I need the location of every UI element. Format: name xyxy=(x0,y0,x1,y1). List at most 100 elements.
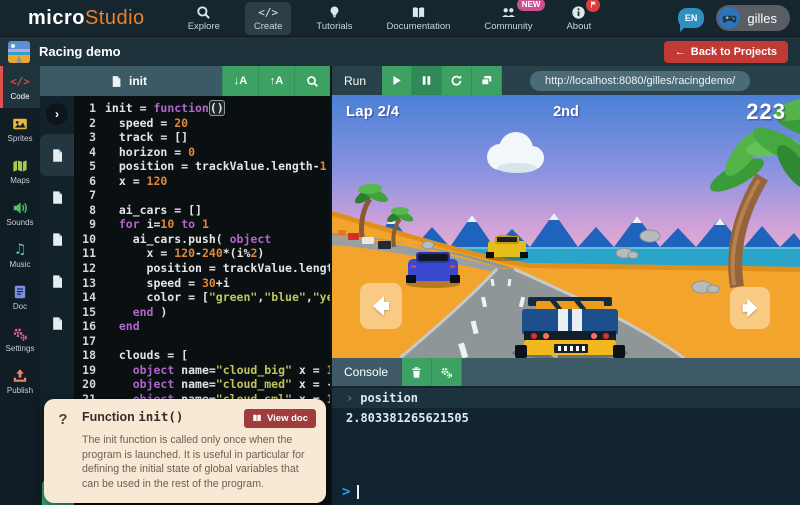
code-line: 16 end xyxy=(74,319,330,334)
run-panel: Run http://localhost:8080/gilles/racingd… xyxy=(330,66,800,505)
file-item[interactable] xyxy=(40,218,74,260)
font-increase-button[interactable]: ↑A xyxy=(258,66,294,96)
user-menu[interactable]: gilles xyxy=(716,5,790,31)
code-icon: </> xyxy=(261,5,276,20)
back-to-projects-button[interactable]: ←Back to Projects xyxy=(664,41,788,63)
language-button[interactable]: EN xyxy=(678,8,705,28)
nav-item-community[interactable]: CommunityNEW xyxy=(475,2,541,35)
main-nav: Explore </>Create Tutorials Documentation Co… xyxy=(179,2,678,35)
map-icon xyxy=(12,158,28,174)
file-icon xyxy=(50,148,65,163)
upload-icon xyxy=(12,368,28,384)
console-result-line: 2.803381265621505 xyxy=(332,408,800,428)
gamepad-avatar xyxy=(718,7,740,29)
console-log: ›position 2.803381265621505 xyxy=(332,386,800,479)
pause-button[interactable] xyxy=(412,66,442,95)
search-icon xyxy=(196,5,211,20)
main-area: </>CodeSpritesMapsSounds♫MusicDocSetting… xyxy=(0,66,800,505)
file-item[interactable] xyxy=(40,134,74,176)
logo-studio: Studio xyxy=(85,7,145,29)
console-header: Console xyxy=(332,358,800,386)
book-icon xyxy=(411,5,426,20)
project-header: Racing demo ←Back to Projects xyxy=(0,36,800,66)
code-line: 1init = function() xyxy=(74,101,330,116)
code-line: 5 position = trackValue.length-1 xyxy=(74,159,330,174)
sidebar-item-sprites[interactable]: Sprites xyxy=(0,108,40,150)
gear-icon xyxy=(12,326,28,342)
nav-item-about[interactable]: About xyxy=(557,2,600,35)
file-icon xyxy=(50,274,65,289)
people-icon xyxy=(501,5,516,20)
code-line: 7 xyxy=(74,188,330,203)
left-sidebar: </>CodeSpritesMapsSounds♫MusicDocSetting… xyxy=(0,66,40,505)
font-decrease-button[interactable]: ↓A xyxy=(222,66,258,96)
nav-item-create[interactable]: </>Create xyxy=(245,2,292,35)
windows-icon xyxy=(480,74,493,87)
editor-tabbar: init ↓A ↑A xyxy=(40,66,330,96)
game-viewport[interactable]: Lap 2/4 2nd 223 xyxy=(332,95,800,358)
clear-console-button[interactable] xyxy=(402,358,432,386)
tooltip-title: Function init() xyxy=(82,409,183,424)
sidebar-item-doc[interactable]: Doc xyxy=(0,276,40,318)
project-thumbnail xyxy=(8,41,30,63)
file-item[interactable] xyxy=(40,302,74,344)
play-icon xyxy=(390,74,403,87)
music-icon: ♫ xyxy=(12,242,28,258)
console-input[interactable]: > xyxy=(332,479,800,505)
sidebar-item-maps[interactable]: Maps xyxy=(0,150,40,192)
tooltip-body: The init function is called only once wh… xyxy=(82,433,316,492)
help-icon: ? xyxy=(44,409,82,492)
info-icon xyxy=(571,5,586,20)
run-label: Run xyxy=(332,74,382,88)
code-line: 6 x = 120 xyxy=(74,174,330,189)
run-toolbar: Run http://localhost:8080/gilles/racingd… xyxy=(332,66,800,95)
nav-item-documentation[interactable]: Documentation xyxy=(378,2,460,35)
code-line: 14 color = ["green","blue","yellow xyxy=(74,290,330,305)
sidebar-item-publish[interactable]: Publish xyxy=(0,360,40,402)
steer-left-button[interactable] xyxy=(360,283,402,329)
file-item[interactable] xyxy=(40,176,74,218)
play-button[interactable] xyxy=(382,66,412,95)
detach-window-button[interactable] xyxy=(472,66,502,95)
file-icon xyxy=(110,75,123,88)
logo[interactable]: microStudio xyxy=(28,7,145,30)
doc-tooltip: ? Function init() View doc The init func… xyxy=(44,399,326,503)
reload-icon xyxy=(450,74,463,87)
console-settings-button[interactable] xyxy=(432,358,462,386)
search-button[interactable] xyxy=(294,66,330,96)
code-line: 20 object name="cloud_med" x = -120 xyxy=(74,377,330,392)
text-caret xyxy=(357,485,359,499)
steer-right-button[interactable] xyxy=(730,287,770,329)
code-line: 3 track = [] xyxy=(74,130,330,145)
project-url[interactable]: http://localhost:8080/gilles/racingdemo/ xyxy=(530,71,750,91)
sidebar-item-sounds[interactable]: Sounds xyxy=(0,192,40,234)
file-item[interactable] xyxy=(40,260,74,302)
code-line: 18 clouds = [ xyxy=(74,348,330,363)
editor-toolbar: ↓A ↑A xyxy=(222,66,330,96)
new-badge: NEW xyxy=(517,0,546,11)
sidebar-item-code[interactable]: </>Code xyxy=(0,66,40,108)
view-doc-button[interactable]: View doc xyxy=(244,409,316,428)
sidebar-item-settings[interactable]: Settings xyxy=(0,318,40,360)
pause-icon xyxy=(420,74,433,87)
logo-micro: micro xyxy=(28,7,85,29)
reload-button[interactable] xyxy=(442,66,472,95)
nav-item-explore[interactable]: Explore xyxy=(179,2,229,35)
file-icon xyxy=(50,316,65,331)
file-icon xyxy=(50,190,65,205)
console-command-line: ›position xyxy=(332,388,800,408)
code-line: 19 object name="cloud_big" x = 120 y xyxy=(74,363,330,378)
tab-init[interactable]: init xyxy=(40,74,147,88)
expand-file-list-button[interactable]: › xyxy=(46,103,68,125)
top-navbar: microStudio Explore </>Create Tutorials Doc… xyxy=(0,0,800,36)
console-panel: Console ›position 2.803381265621505 > xyxy=(332,358,800,505)
microstudio-app: microStudio Explore </>Create Tutorials Doc… xyxy=(0,0,800,505)
code-line: 10 ai_cars.push( object xyxy=(74,232,330,247)
code-line: 13 speed = 30+i xyxy=(74,276,330,291)
sidebar-item-music[interactable]: ♫Music xyxy=(0,234,40,276)
code-line: 12 position = trackValue.length-1+ xyxy=(74,261,330,276)
image-icon xyxy=(12,116,28,132)
code-line: 8 ai_cars = [] xyxy=(74,203,330,218)
project-title: Racing demo xyxy=(39,44,655,59)
nav-item-tutorials[interactable]: Tutorials xyxy=(307,2,361,35)
